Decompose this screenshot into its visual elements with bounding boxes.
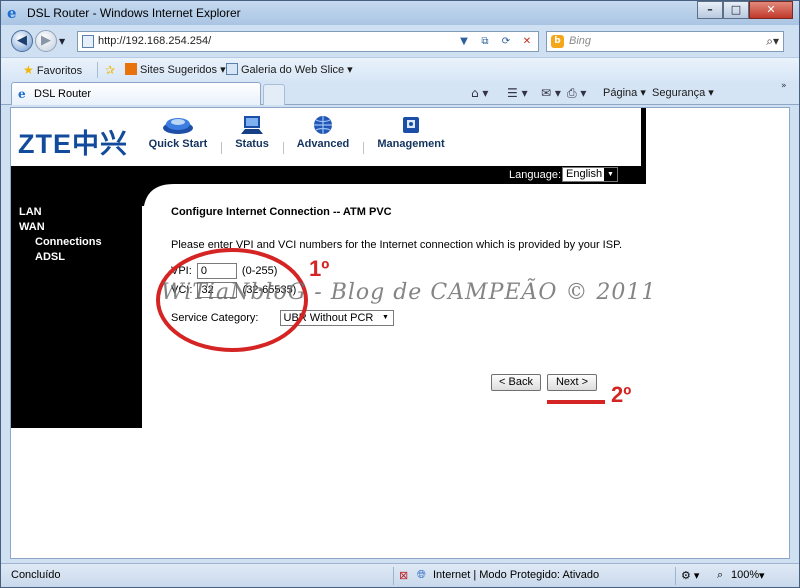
suggested-sites-icon xyxy=(125,63,137,75)
maximize-button[interactable]: □ xyxy=(723,1,749,19)
recent-pages-dropdown-icon[interactable]: ▼ xyxy=(59,37,65,46)
forward-button[interactable]: ▶ xyxy=(35,30,57,52)
fav-item-sites-sugeridos[interactable]: Sites Sugeridos ▾ xyxy=(125,63,226,76)
security-menu[interactable]: Segurança ▾ xyxy=(652,86,714,99)
title-bar: e DSL Router - Windows Internet Explorer… xyxy=(1,1,799,25)
address-row: ◀ ▶ ▼ http://192.168.254.254/ ▼ ⧉ ⟳ ✕ b … xyxy=(1,27,799,55)
address-bar[interactable]: http://192.168.254.254/ ▼ ⧉ ⟳ ✕ xyxy=(77,31,539,52)
print-icon[interactable]: ⎙ ▾ xyxy=(567,86,586,101)
popup-blocker-icon[interactable]: ⊠ xyxy=(399,569,408,582)
chevron-more-icon[interactable]: » xyxy=(781,81,787,91)
back-button[interactable]: ◀ xyxy=(11,30,33,52)
menu-item-lan[interactable]: LAN xyxy=(19,206,42,218)
nav-management[interactable]: Management xyxy=(373,114,449,150)
router-header: ZTE中兴 Quick Start Status Advanced Manage… xyxy=(11,108,643,166)
advanced-globe-icon xyxy=(314,116,332,134)
page-menu[interactable]: Página ▾ xyxy=(603,86,646,99)
separator xyxy=(675,567,676,585)
close-window-button[interactable]: ✕ xyxy=(749,1,793,19)
favorites-bar: ★ Favoritos ✰ Sites Sugeridos ▾ Galeria … xyxy=(1,57,799,81)
security-zone-text[interactable]: Internet | Modo Protegido: Ativado xyxy=(433,569,599,581)
protected-mode-icon[interactable]: ⚙ ▾ xyxy=(681,569,699,582)
favorites-button[interactable]: ★ Favoritos xyxy=(23,63,82,77)
favorites-star-icon: ★ xyxy=(23,63,34,77)
web-slice-icon xyxy=(226,63,238,75)
compatibility-view-icon[interactable]: ⧉ xyxy=(476,33,494,50)
language-bar: Language: English ▼ xyxy=(11,166,646,184)
stop-icon[interactable]: ✕ xyxy=(518,33,536,50)
refresh-icon[interactable]: ⟳ xyxy=(497,33,515,50)
mail-icon[interactable]: ✉ ▾ xyxy=(541,86,561,100)
globe-icon: 🌐︎ xyxy=(417,569,426,581)
page-viewport: ZTE中兴 Quick Start Status Advanced Manage… xyxy=(10,107,790,559)
search-box[interactable]: b Bing ⌕▾ xyxy=(546,31,784,52)
language-select[interactable]: English ▼ xyxy=(562,167,618,182)
separator xyxy=(97,62,98,78)
new-tab-button[interactable] xyxy=(263,84,285,105)
watermark-text: WiTiaNbloG - Blog de CAMPEÃO © 2011 xyxy=(161,280,657,305)
zoom-dropdown-icon[interactable]: ▾ xyxy=(759,569,765,582)
minimize-button[interactable]: – xyxy=(697,1,723,19)
home-icon[interactable]: ⌂ ▾ xyxy=(471,86,488,100)
zoom-level[interactable]: 100% xyxy=(731,569,759,581)
back-button[interactable]: < Back xyxy=(491,374,541,391)
nav-quick-start[interactable]: Quick Start xyxy=(146,114,210,150)
menu-item-connections[interactable]: Connections xyxy=(35,236,102,248)
search-placeholder[interactable]: Bing xyxy=(569,35,591,47)
zte-logo: ZTE中兴 xyxy=(18,129,128,159)
nav-separator xyxy=(221,142,222,154)
annotation-underline xyxy=(547,400,605,404)
next-button[interactable]: Next > xyxy=(547,374,597,391)
window-title: DSL Router - Windows Internet Explorer xyxy=(27,6,241,20)
menu-corner-curve xyxy=(142,184,174,206)
zoom-icon[interactable]: ⌕ xyxy=(717,569,723,582)
bing-icon: b xyxy=(551,35,564,48)
tab-ie-icon: e xyxy=(18,87,26,101)
management-icon xyxy=(403,117,419,133)
status-bar: Concluído ⊠ 🌐︎ Internet | Modo Protegido… xyxy=(1,563,799,587)
language-label: Language: xyxy=(509,169,561,181)
chevron-down-icon: ▼ xyxy=(604,168,617,181)
status-text: Concluído xyxy=(11,569,61,581)
add-favorites-icon[interactable]: ✰ xyxy=(105,63,115,77)
address-url[interactable]: http://192.168.254.254/ xyxy=(98,35,211,47)
feeds-icon[interactable]: ☰ ▾ xyxy=(507,86,528,100)
fav-item-web-slice-gallery[interactable]: Galeria do Web Slice ▾ xyxy=(226,63,353,76)
menu-item-adsl[interactable]: ADSL xyxy=(35,251,65,263)
left-menu: LAN WAN Connections ADSL xyxy=(11,184,142,428)
nav-advanced[interactable]: Advanced xyxy=(293,114,353,150)
chevron-down-icon: ▼ xyxy=(382,314,389,321)
nav-status[interactable]: Status xyxy=(231,114,273,150)
annotation-step-2: 2º xyxy=(611,382,632,407)
nav-separator xyxy=(363,142,364,154)
quick-start-icon xyxy=(163,118,193,134)
annotation-step-1: 1º xyxy=(309,256,330,281)
tab-dsl-router[interactable]: e DSL Router xyxy=(11,82,261,105)
page-icon xyxy=(82,35,94,48)
menu-item-wan[interactable]: WAN xyxy=(19,221,45,233)
status-icon xyxy=(241,116,263,134)
search-icon[interactable]: ⌕▾ xyxy=(766,34,779,49)
favorites-label: Favoritos xyxy=(36,65,83,77)
page-title: Configure Internet Connection -- ATM PVC xyxy=(171,206,392,218)
separator xyxy=(393,567,394,585)
tab-title: DSL Router xyxy=(34,88,92,100)
nav-separator xyxy=(283,142,284,154)
browser-window: e DSL Router - Windows Internet Explorer… xyxy=(0,0,800,588)
window-controls: – □ ✕ xyxy=(697,1,793,19)
ie-logo-icon: e xyxy=(7,4,17,22)
address-dropdown-icon[interactable]: ▼ xyxy=(455,33,473,50)
